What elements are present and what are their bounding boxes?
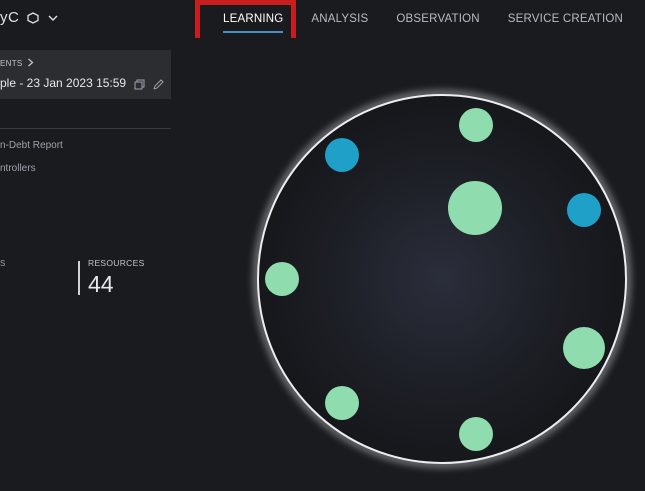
run-panel: ENTS ple - 23 Jan 2023 15:59 (0, 50, 171, 99)
tab-observation[interactable]: OBSERVATION (396, 13, 479, 25)
resources-label: RESOURCES (88, 258, 145, 268)
bubble-visualization (254, 91, 630, 467)
node-bubble[interactable] (459, 108, 493, 142)
node-bubble[interactable] (563, 327, 605, 369)
run-actions (134, 77, 164, 90)
resources-value: 44 (88, 271, 114, 297)
node-bubble[interactable] (567, 193, 601, 227)
chevron-right-icon (27, 58, 34, 69)
edit-icon[interactable] (153, 77, 164, 90)
node-bubble[interactable] (265, 262, 299, 296)
app-name: yC (0, 9, 20, 26)
stat-truncated (0, 259, 4, 267)
chevron-down-icon[interactable] (47, 12, 59, 24)
app-title[interactable]: yC (0, 9, 59, 26)
sidebar-divider (0, 128, 171, 129)
cube-icon (27, 11, 39, 24)
node-bubble[interactable] (448, 181, 502, 235)
outer-ring (257, 94, 627, 464)
sidebar-link-controllers[interactable]: ntrollers (0, 163, 36, 174)
node-bubble[interactable] (325, 138, 359, 172)
top-bar: yC LEARNING ANALYSIS OBSERVATION SERVICE… (0, 0, 645, 46)
stat-divider (78, 261, 80, 295)
node-bubble[interactable] (459, 417, 493, 451)
node-bubble[interactable] (325, 386, 359, 420)
main-nav: LEARNING ANALYSIS OBSERVATION SERVICE CR… (208, 0, 623, 38)
tab-analysis[interactable]: ANALYSIS (311, 13, 368, 25)
run-title: ple - 23 Jan 2023 15:59 (0, 76, 127, 90)
learning-canvas[interactable] (171, 38, 645, 491)
breadcrumb-label: ENTS (0, 59, 23, 68)
breadcrumb[interactable]: ENTS (0, 58, 34, 69)
tab-learning[interactable]: LEARNING (223, 13, 284, 33)
tab-service-creation[interactable]: SERVICE CREATION (508, 13, 623, 25)
sidebar-link-debt-report[interactable]: n-Debt Report (0, 140, 63, 151)
copy-icon[interactable] (134, 77, 145, 90)
app-root: yC LEARNING ANALYSIS OBSERVATION SERVICE… (0, 0, 645, 491)
